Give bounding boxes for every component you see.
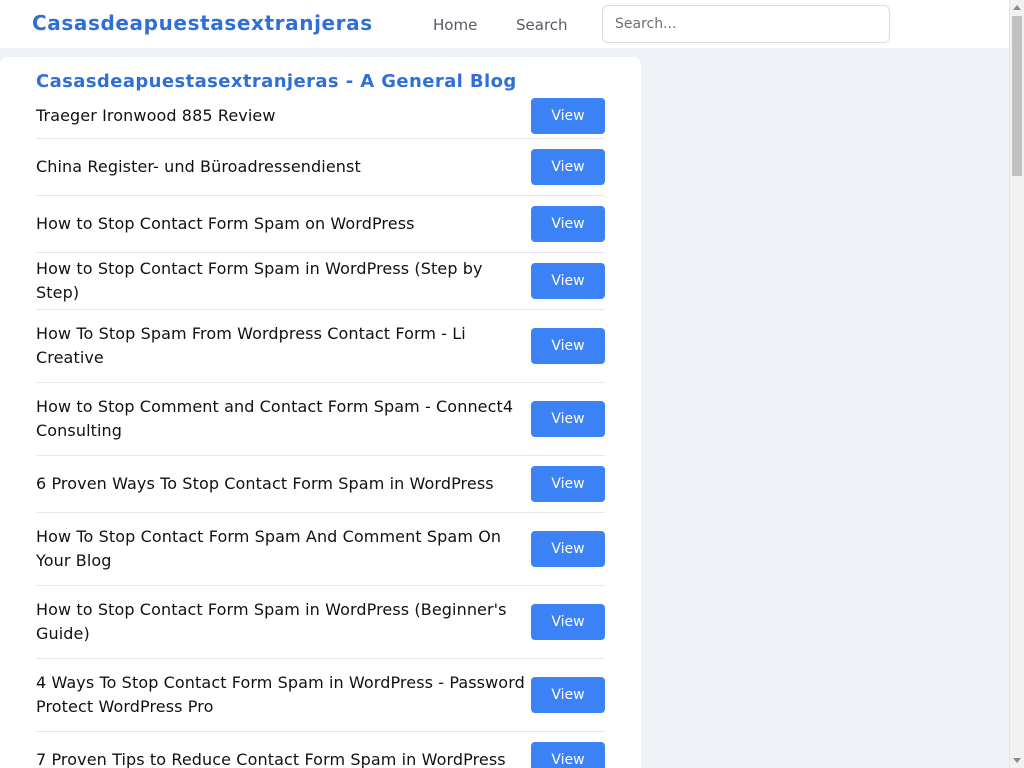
post-row: How to Stop Contact Form Spam in WordPre… [36,586,605,659]
view-button[interactable]: View [531,263,605,299]
post-title: How to Stop Contact Form Spam in WordPre… [36,600,507,643]
post-list: Traeger Ironwood 885 Review View China R… [36,94,605,768]
view-button[interactable]: View [531,466,605,502]
post-row: 6 Proven Ways To Stop Contact Form Spam … [36,456,605,513]
top-navbar: Casasdeapuestasextranjeras Home Search [0,0,1009,48]
post-title: 6 Proven Ways To Stop Contact Form Spam … [36,474,494,493]
post-title: How To Stop Contact Form Spam And Commen… [36,527,502,570]
view-button[interactable]: View [531,328,605,364]
post-row: How to Stop Contact Form Spam on WordPre… [36,196,605,253]
scroll-down-arrow-icon[interactable] [1013,758,1021,763]
view-button[interactable]: View [531,677,605,713]
post-title: How to Stop Contact Form Spam in WordPre… [36,259,483,302]
view-button[interactable]: View [531,149,605,185]
view-button[interactable]: View [531,206,605,242]
view-button[interactable]: View [531,98,605,134]
post-row: China Register- und Büroadressendienst V… [36,139,605,196]
post-row: 4 Ways To Stop Contact Form Spam in Word… [36,659,605,732]
post-title: 7 Proven Tips to Reduce Contact Form Spa… [36,750,506,768]
post-row: How To Stop Spam From Wordpress Contact … [36,310,605,383]
post-title: How to Stop Comment and Contact Form Spa… [36,397,514,440]
post-title: China Register- und Büroadressendienst [36,157,361,176]
view-button[interactable]: View [531,401,605,437]
view-button[interactable]: View [531,604,605,640]
view-button[interactable]: View [531,531,605,567]
post-row: 7 Proven Tips to Reduce Contact Form Spa… [36,732,605,768]
post-row: How to Stop Comment and Contact Form Spa… [36,383,605,456]
post-row: How to Stop Contact Form Spam in WordPre… [36,253,605,310]
scrollbar-thumb[interactable] [1012,16,1022,176]
vertical-scrollbar[interactable] [1009,0,1024,768]
post-title: Traeger Ironwood 885 Review [36,106,276,125]
post-row: Traeger Ironwood 885 Review View [36,94,605,139]
nav-search-link[interactable]: Search [516,16,568,34]
search-input[interactable] [602,5,890,43]
scroll-up-arrow-icon[interactable] [1013,5,1021,10]
post-title: How to Stop Contact Form Spam on WordPre… [36,214,415,233]
nav-home-link[interactable]: Home [433,16,477,34]
site-brand-link[interactable]: Casasdeapuestasextranjeras [32,11,373,35]
post-list-card: Casasdeapuestasextranjeras - A General B… [0,57,641,768]
post-title: How To Stop Spam From Wordpress Contact … [36,324,466,367]
post-row: How To Stop Contact Form Spam And Commen… [36,513,605,586]
page: Casasdeapuestasextranjeras Home Search C… [0,0,1024,768]
page-title: Casasdeapuestasextranjeras - A General B… [36,71,517,92]
view-button[interactable]: View [531,742,605,768]
post-title: 4 Ways To Stop Contact Form Spam in Word… [36,673,525,716]
